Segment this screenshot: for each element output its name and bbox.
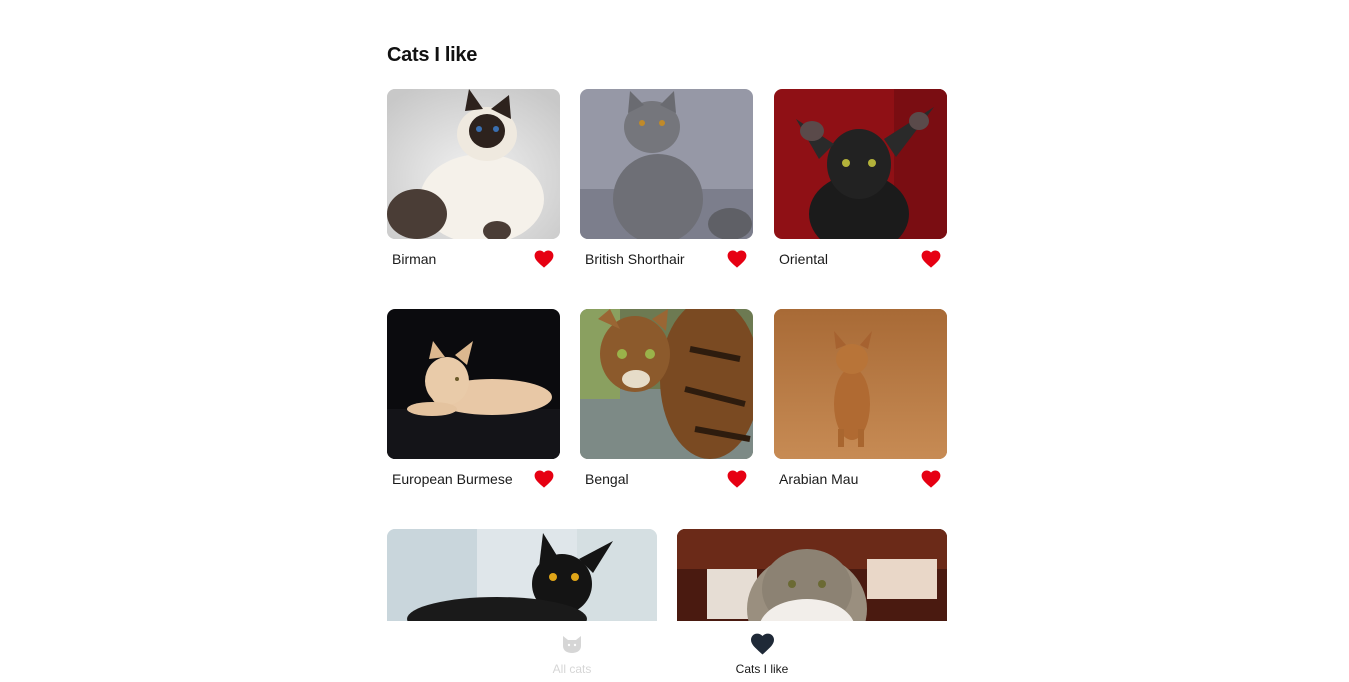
- cat-card[interactable]: Birman: [387, 89, 560, 279]
- cat-name: Birman: [392, 251, 437, 267]
- cat-name: Arabian Mau: [779, 471, 859, 487]
- tab-cats-i-like[interactable]: Cats I like: [702, 621, 822, 682]
- like-heart-icon[interactable]: [727, 470, 747, 488]
- cat-photo-birman[interactable]: [387, 89, 560, 239]
- like-heart-icon[interactable]: [534, 250, 554, 268]
- heart-icon: [750, 633, 775, 655]
- cat-icon: [561, 633, 583, 655]
- cat-photo-arabian-mau[interactable]: [774, 309, 947, 459]
- cat-name: British Shorthair: [585, 251, 685, 267]
- cat-name: Oriental: [779, 251, 829, 267]
- tab-label: Cats I like: [735, 662, 789, 676]
- page-title: Cats I like: [387, 44, 478, 66]
- cat-card[interactable]: Oriental: [774, 89, 947, 279]
- cat-card[interactable]: European Burmese: [387, 309, 560, 499]
- cat-photo-european-burmese[interactable]: [387, 309, 560, 459]
- like-heart-icon[interactable]: [921, 470, 941, 488]
- cat-card[interactable]: Arabian Mau: [774, 309, 947, 499]
- like-heart-icon[interactable]: [921, 250, 941, 268]
- cat-photo-bengal[interactable]: [580, 309, 753, 459]
- tab-label: All cats: [552, 662, 592, 676]
- cat-photo-british-shorthair[interactable]: [580, 89, 753, 239]
- cat-name: Bengal: [585, 471, 629, 487]
- page: Cats I like Birman British Shorthair Ori…: [0, 0, 1349, 682]
- cat-card[interactable]: Bengal: [580, 309, 753, 499]
- like-heart-icon[interactable]: [727, 250, 747, 268]
- cat-card[interactable]: British Shorthair: [580, 89, 753, 279]
- cat-photo-oriental[interactable]: [774, 89, 947, 239]
- cat-name: European Burmese: [392, 471, 513, 487]
- like-heart-icon[interactable]: [534, 470, 554, 488]
- tab-all-cats[interactable]: All cats: [512, 621, 632, 682]
- bottom-tab-bar: All cats Cats I like: [0, 621, 1349, 682]
